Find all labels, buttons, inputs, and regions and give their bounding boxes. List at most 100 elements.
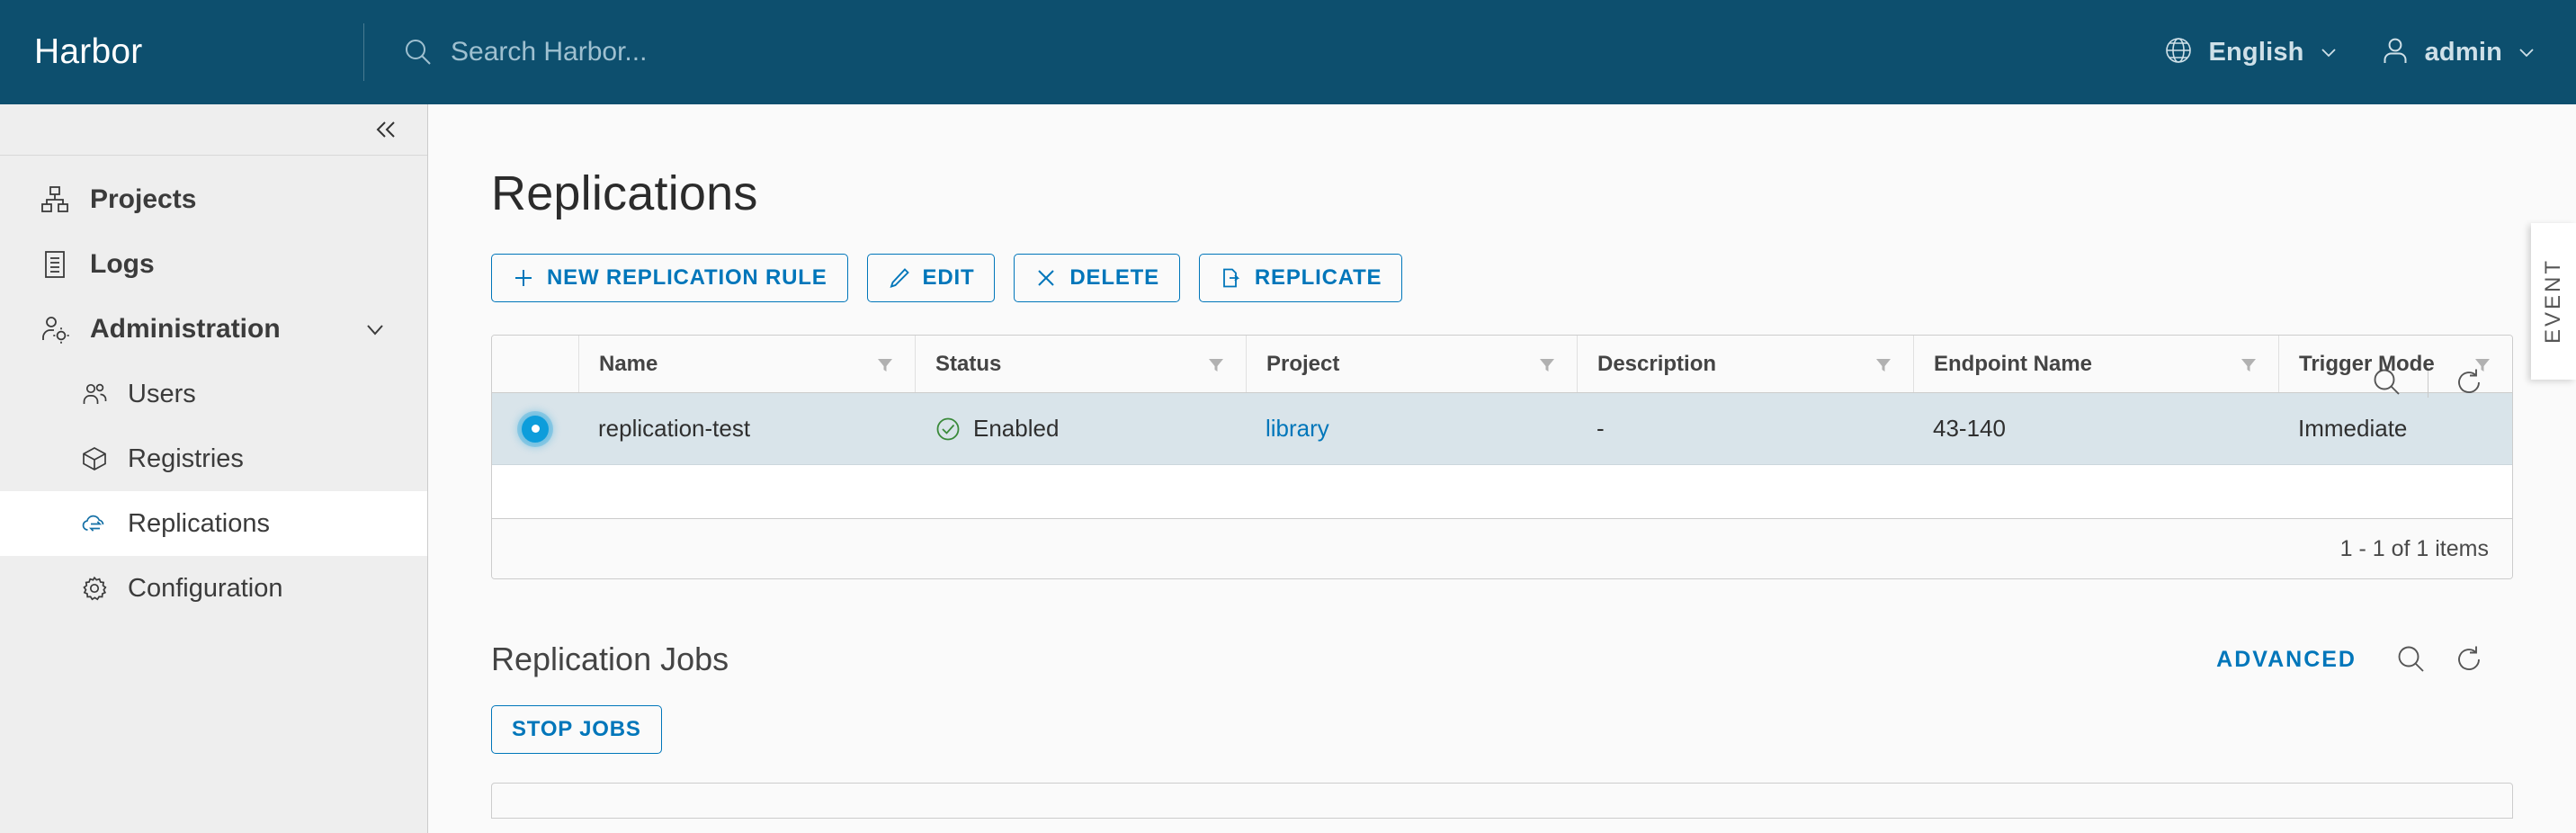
button-label: REPLICATE: [1254, 265, 1382, 290]
column-label: Trigger Mode: [2299, 351, 2435, 376]
table-row[interactable]: replication-test Enabled library - 43-14…: [492, 393, 2512, 465]
table-empty-space: [492, 465, 2512, 519]
project-link[interactable]: library: [1266, 415, 1329, 443]
button-label: NEW REPLICATION RULE: [547, 265, 827, 290]
plus-icon: [512, 266, 535, 290]
table-header-project[interactable]: Project: [1246, 336, 1577, 392]
button-label: STOP JOBS: [512, 717, 641, 741]
table-header-select: [492, 336, 578, 392]
table-header-trigger-mode[interactable]: Trigger Mode: [2278, 336, 2512, 392]
sidebar-item-configuration[interactable]: Configuration: [0, 556, 427, 621]
sidebar-item-label: Users: [128, 379, 196, 408]
body-container: Projects Logs Administration Users Regis…: [0, 104, 2576, 833]
column-label: Project: [1266, 351, 1340, 376]
sidebar-item-label: Replications: [128, 508, 270, 538]
table-header-endpoint-name[interactable]: Endpoint Name: [1913, 336, 2278, 392]
sidebar-item-label: Logs: [90, 249, 155, 279]
double-chevron-left-icon[interactable]: [370, 113, 402, 146]
replications-table: Name Status Project Description Endpoint…: [491, 335, 2513, 579]
row-radio-button[interactable]: [522, 415, 549, 443]
cell-status: Enabled: [915, 393, 1246, 464]
chevron-down-icon[interactable]: [362, 317, 388, 342]
sidebar-item-administration[interactable]: Administration: [0, 297, 427, 362]
top-header: Harbor Search Harbor... English admin: [0, 0, 2576, 104]
cell-name: replication-test: [598, 415, 751, 442]
event-panel-label: EVENT: [2541, 258, 2565, 345]
globe-icon: [2163, 35, 2194, 70]
sidebar-collapse-row: [0, 104, 427, 156]
status-label: Enabled: [973, 415, 1060, 442]
column-label: Status: [935, 351, 1002, 376]
sidebar-item-label: Projects: [90, 184, 197, 214]
edit-button[interactable]: EDIT: [866, 254, 996, 302]
chevron-down-icon: [2319, 42, 2339, 62]
stop-jobs-row: STOP JOBS: [428, 678, 2576, 754]
replicate-button[interactable]: REPLICATE: [1198, 254, 1403, 302]
user-label: admin: [2424, 37, 2502, 67]
administration-icon: [40, 314, 70, 345]
button-label: DELETE: [1069, 265, 1159, 290]
replication-jobs-title: Replication Jobs: [491, 640, 729, 677]
sidebar-item-projects[interactable]: Projects: [0, 167, 427, 232]
sidebar: Projects Logs Administration Users Regis…: [0, 104, 428, 833]
column-label: Name: [599, 351, 658, 376]
replication-jobs-header: Replication Jobs ADVANCED: [428, 579, 2576, 678]
language-label: English: [2208, 37, 2304, 67]
refresh-icon[interactable]: [2452, 642, 2486, 676]
registries-icon: [81, 445, 108, 472]
search-icon[interactable]: [2394, 642, 2428, 676]
close-x-icon: [1034, 266, 1058, 290]
advanced-link[interactable]: ADVANCED: [2216, 647, 2357, 673]
user-icon: [2380, 35, 2411, 70]
logs-icon: [40, 249, 70, 280]
projects-icon: [40, 184, 70, 215]
user-menu[interactable]: admin: [2380, 35, 2536, 70]
action-toolbar: NEW REPLICATION RULE EDIT DELETE REPLICA…: [428, 221, 2576, 302]
column-label: Endpoint Name: [1934, 351, 2093, 376]
new-replication-rule-button[interactable]: NEW REPLICATION RULE: [491, 254, 848, 302]
filter-icon[interactable]: [1537, 354, 1557, 374]
filter-icon[interactable]: [1206, 354, 1226, 374]
replication-jobs-table: [491, 783, 2513, 819]
sidebar-item-users[interactable]: Users: [0, 362, 427, 426]
search-icon: [402, 36, 434, 68]
sidebar-item-registries[interactable]: Registries: [0, 426, 427, 491]
sidebar-item-logs[interactable]: Logs: [0, 232, 427, 297]
page-title: Replications: [491, 166, 758, 220]
replication-jobs-tools: ADVANCED: [2216, 642, 2486, 676]
pencil-icon: [888, 266, 911, 290]
global-search[interactable]: Search Harbor...: [364, 36, 2163, 68]
filter-icon[interactable]: [2239, 354, 2258, 374]
table-header-row: Name Status Project Description Endpoint…: [492, 336, 2512, 393]
replicate-icon: [1220, 266, 1243, 290]
delete-button[interactable]: DELETE: [1014, 254, 1180, 302]
header-right-controls: English admin: [2163, 35, 2576, 70]
search-input[interactable]: Search Harbor...: [451, 37, 647, 67]
language-selector[interactable]: English: [2163, 35, 2338, 70]
filter-icon[interactable]: [1874, 354, 1893, 374]
cell-project: library: [1246, 393, 1577, 464]
cell-trigger-mode: Immediate: [2298, 415, 2408, 442]
table-header-status[interactable]: Status: [915, 336, 1246, 392]
table-header-name[interactable]: Name: [578, 336, 915, 392]
sidebar-item-label: Configuration: [128, 573, 283, 603]
table-header-description[interactable]: Description: [1577, 336, 1913, 392]
stop-jobs-button[interactable]: STOP JOBS: [491, 705, 662, 754]
event-panel-tab[interactable]: EVENT: [2531, 223, 2576, 380]
row-select-cell: [492, 393, 578, 464]
users-icon: [81, 381, 108, 408]
pagination-summary: 1 - 1 of 1 items: [2339, 535, 2489, 561]
sidebar-item-replications[interactable]: Replications: [0, 491, 427, 556]
check-circle-icon: [935, 416, 962, 443]
filter-icon[interactable]: [875, 354, 895, 374]
filter-icon[interactable]: [2473, 354, 2492, 374]
table-footer: 1 - 1 of 1 items: [492, 519, 2512, 578]
configuration-icon: [81, 575, 108, 602]
main-content: Replications NEW REPLICATION RULE EDIT D…: [428, 104, 2576, 833]
cell-description: -: [1597, 415, 1605, 442]
cell-endpoint-name: 43-140: [1933, 415, 2006, 442]
button-label: EDIT: [922, 265, 975, 290]
sidebar-item-label: Registries: [128, 443, 244, 473]
app-brand[interactable]: Harbor: [0, 32, 363, 72]
replications-icon: [81, 510, 108, 537]
